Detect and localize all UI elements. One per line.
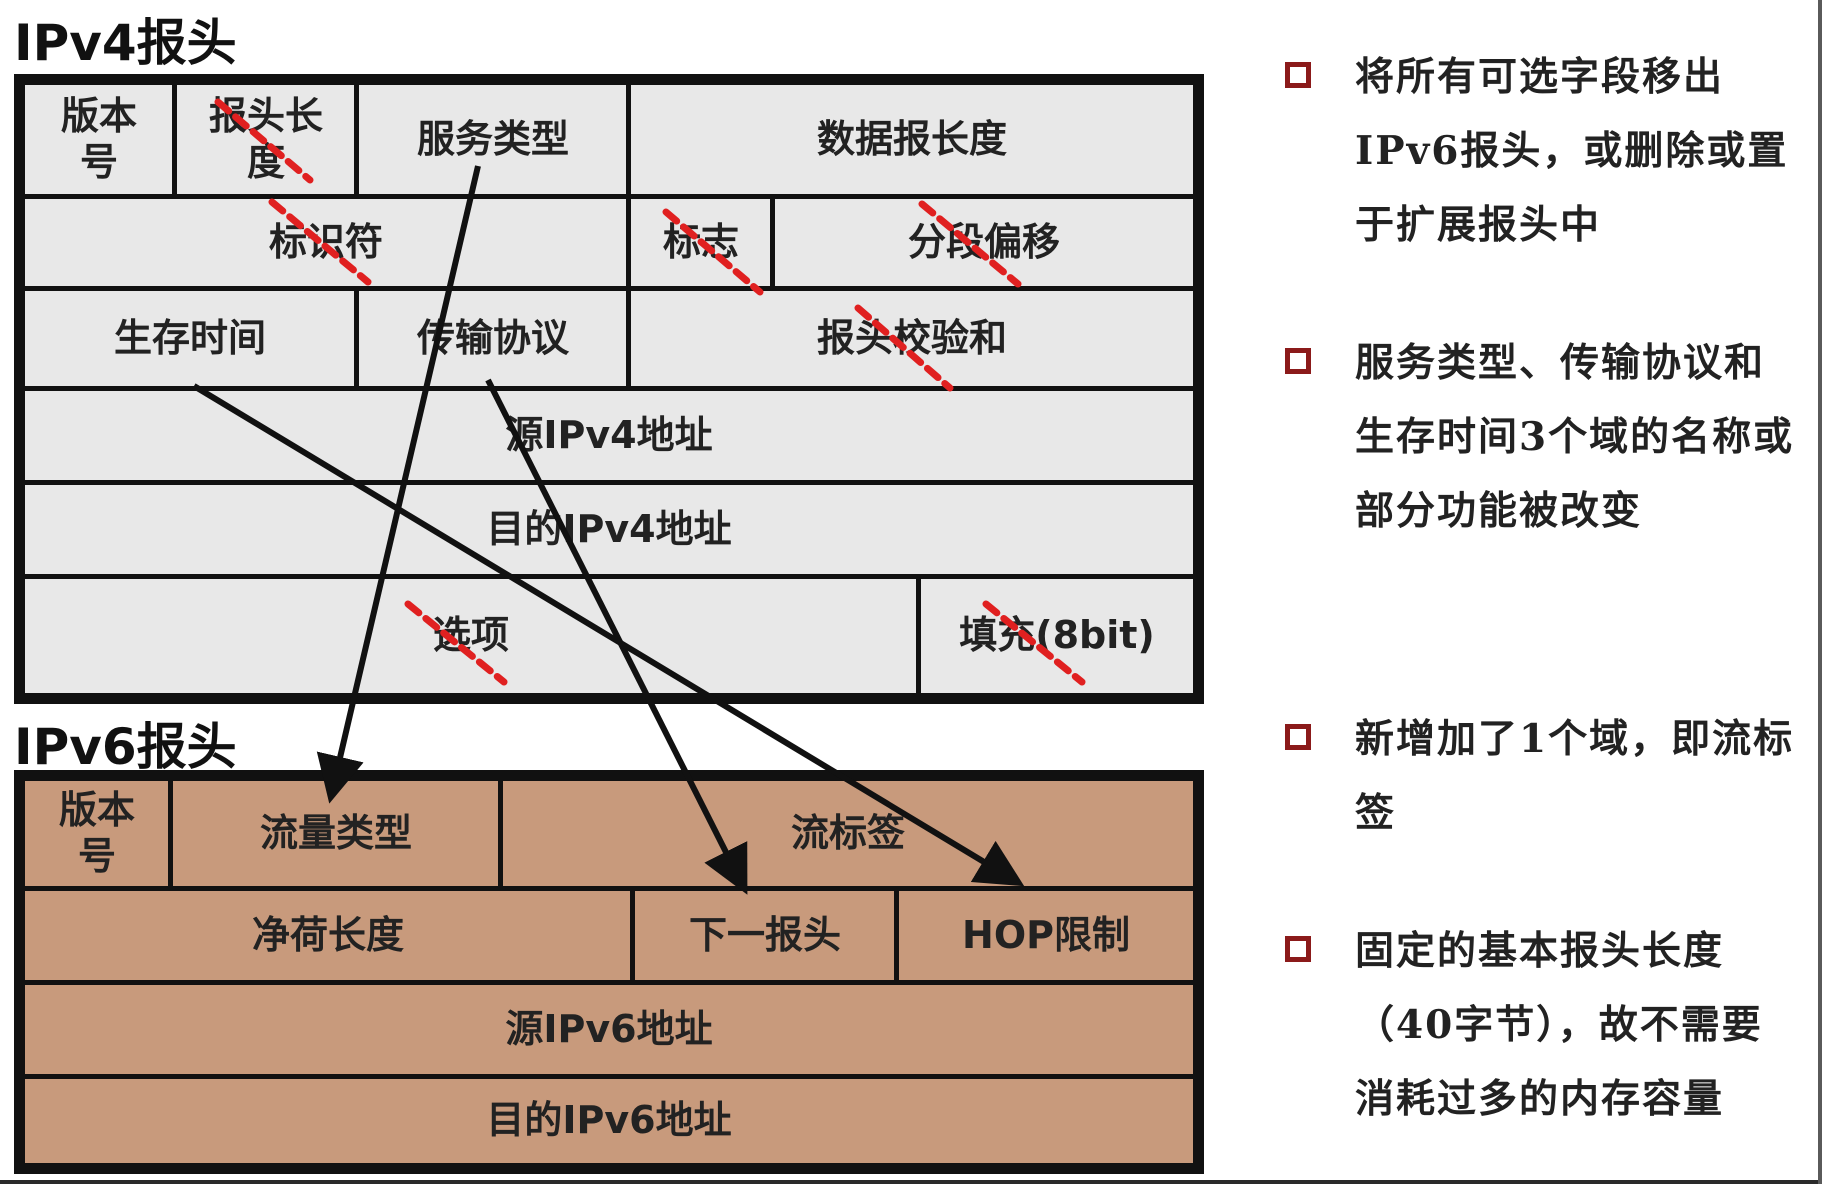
strike-identification [268,198,372,286]
mapping-arrows [192,165,1025,895]
strike-checksum [854,304,954,392]
strike-fragment-offset [918,200,1022,288]
square-bullet-icon [1285,936,1311,962]
bullet-text: 固定的基本报头长度（40字节），故不需要消耗过多的内存容量 [1355,928,1763,1122]
bullet-text: 将所有可选字段移出IPv6报头，或删除或置于扩展报头中 [1355,54,1789,248]
bullet-text: 新增加了1个域，即流标签 [1355,716,1795,836]
slide: IPv4报头 版本号 报头长度 服务类型 数据报长度 标识符 标志 分段偏移 生… [0,0,1822,1184]
strike-options [404,600,508,686]
strike-flags [662,208,764,296]
strike-ihl [214,98,314,184]
square-bullet-icon [1285,62,1311,88]
frame-edge-right [1818,0,1822,1184]
arrow-protocol-to-next-header [485,378,748,895]
strike-marks [214,98,1086,686]
square-bullet-icon [1285,724,1311,750]
square-bullet-icon [1285,348,1311,374]
frame-edge-bottom [0,1180,1822,1184]
bullet-text: 服务类型、传输协议和生存时间3个域的名称或部分功能被改变 [1355,340,1795,534]
strike-padding [982,600,1086,686]
arrow-ttl-to-hop-limit [192,383,1025,887]
